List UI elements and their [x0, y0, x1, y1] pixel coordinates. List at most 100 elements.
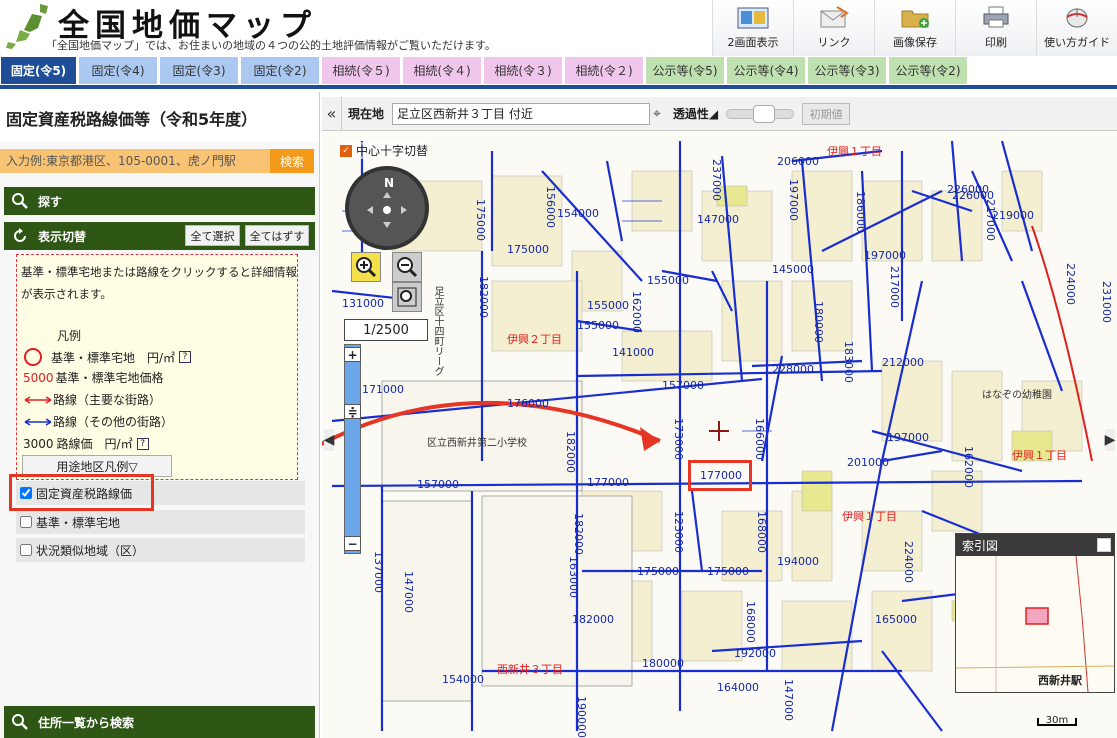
route-price-label[interactable]: 219000 — [992, 209, 1034, 222]
route-price-label[interactable]: 197000 — [864, 249, 906, 262]
tab-public-r3[interactable]: 公示等(令3) — [808, 57, 886, 84]
route-price-label[interactable]: 131000 — [342, 297, 384, 310]
tab-public-r2[interactable]: 公示等(令2) — [889, 57, 967, 84]
print-button[interactable]: 印刷 — [955, 0, 1036, 56]
route-price-label[interactable]: 180000 — [642, 657, 684, 670]
pan-compass[interactable]: N — [345, 166, 429, 250]
route-price-label[interactable]: 166000 — [753, 418, 766, 460]
find-section-header[interactable]: 探す — [4, 187, 315, 215]
route-price-label[interactable]: 147000 — [697, 213, 739, 226]
route-price-label[interactable]: 162000 — [962, 446, 975, 488]
route-price-label[interactable]: 157000 — [662, 379, 704, 392]
tab-inherit-r4[interactable]: 相続(令４) — [403, 57, 481, 84]
guide-button[interactable]: 使い方ガイド — [1036, 0, 1117, 56]
route-price-label[interactable]: 237000 — [710, 159, 723, 201]
dual-screen-button[interactable]: 2画面表示 — [712, 0, 793, 56]
route-price-label[interactable]: 145000 — [772, 263, 814, 276]
route-price-label[interactable]: 194000 — [777, 555, 819, 568]
route-price-label[interactable]: 226000 — [947, 183, 989, 196]
route-price-label[interactable]: 154000 — [442, 673, 484, 686]
route-price-label[interactable]: 168000 — [755, 511, 768, 553]
opacity-slider-knob[interactable] — [753, 104, 776, 123]
route-price-label[interactable]: 183000 — [842, 341, 855, 383]
route-price-label[interactable]: 182000 — [572, 513, 585, 555]
zoom-fit-button[interactable] — [392, 282, 422, 312]
route-price-label[interactable]: 192000 — [734, 647, 776, 660]
route-price-label[interactable]: 175000 — [474, 199, 487, 241]
route-price-label[interactable]: 137000 — [372, 551, 385, 593]
map-canvas[interactable]: ✓ 中心十字切替 N 1/2500 + ≑ − ◀ ▶ 伊興１丁目 伊興２丁目 … — [322, 131, 1117, 738]
route-price-label[interactable]: 176000 — [507, 397, 549, 410]
index-map-minimize-button[interactable] — [1097, 538, 1111, 552]
route-price-label[interactable]: 156000 — [544, 186, 557, 228]
deselect-all-button[interactable]: 全てはずす — [245, 225, 309, 246]
route-price-label[interactable]: 175000 — [707, 565, 749, 578]
search-button[interactable]: 検索 — [270, 149, 314, 173]
save-image-button[interactable]: 画像保存 — [874, 0, 955, 56]
route-price-label[interactable]: 147000 — [782, 679, 795, 721]
index-map-panel[interactable]: 索引図 西新井駅 — [955, 533, 1115, 693]
route-price-label[interactable]: 197000 — [887, 431, 929, 444]
route-price-label[interactable]: 224000 — [902, 541, 915, 583]
help-icon[interactable]: ? — [179, 351, 192, 363]
route-price-label[interactable]: 217000 — [888, 266, 901, 308]
tab-fixed-r4[interactable]: 固定(令4) — [79, 57, 157, 84]
tab-public-r5[interactable]: 公示等(令5) — [646, 57, 724, 84]
route-price-label[interactable]: 175000 — [637, 565, 679, 578]
route-price-label[interactable]: 217000 — [984, 199, 997, 241]
route-price-label[interactable]: 182000 — [572, 613, 614, 626]
route-price-label[interactable]: 182000 — [564, 431, 577, 473]
zoom-slider-plus[interactable]: + — [344, 347, 361, 362]
zoom-slider-thumb[interactable]: ≑ — [344, 404, 361, 419]
address-search-header[interactable]: 住所一覧から検索 — [4, 706, 315, 738]
reset-opacity-button[interactable]: 初期値 — [802, 102, 851, 125]
check-standard-land[interactable]: 基準・標準宅地 — [16, 510, 305, 534]
route-price-label[interactable]: 154000 — [557, 207, 599, 220]
route-price-label[interactable]: 163000 — [567, 556, 580, 598]
tab-fixed-r2[interactable]: 固定(令2) — [241, 57, 319, 84]
route-price-label[interactable]: 175000 — [507, 243, 549, 256]
route-price-label[interactable]: 147000 — [402, 571, 415, 613]
pan-left-arrow[interactable]: ◀ — [324, 429, 334, 451]
route-price-label[interactable]: 206000 — [777, 155, 819, 168]
standard-land-checkbox[interactable] — [20, 516, 32, 528]
route-price-label[interactable]: 190000 — [575, 696, 588, 738]
tab-fixed-r3[interactable]: 固定(令3) — [160, 57, 238, 84]
route-price-label[interactable]: 123000 — [672, 511, 685, 553]
link-button[interactable]: リンク — [793, 0, 874, 56]
zoom-slider-minus[interactable]: − — [344, 536, 361, 551]
zoom-out-button[interactable] — [392, 252, 422, 282]
route-price-label[interactable]: 173000 — [672, 418, 685, 460]
crosshair-icon[interactable]: ⌖ — [653, 106, 661, 122]
route-price-label[interactable]: 180000 — [812, 301, 825, 343]
route-price-label[interactable]: 231000 — [1100, 281, 1113, 323]
route-price-label[interactable]: 182000 — [477, 276, 490, 318]
route-price-label[interactable]: 162000 — [630, 291, 643, 333]
route-price-label[interactable]: 186000 — [854, 191, 867, 233]
route-price-label[interactable]: 228000 — [772, 363, 814, 376]
select-all-button[interactable]: 全て選択 — [185, 225, 240, 246]
route-price-label[interactable]: 212000 — [882, 356, 924, 369]
zoom-in-button[interactable] — [351, 252, 381, 282]
route-price-label[interactable]: 177000 — [587, 476, 629, 489]
tab-inherit-r2[interactable]: 相続(令２) — [565, 57, 643, 84]
route-price-label[interactable]: 165000 — [875, 613, 917, 626]
pan-right-arrow[interactable]: ▶ — [1105, 429, 1115, 451]
tab-inherit-r3[interactable]: 相続(令３) — [484, 57, 562, 84]
route-price-label[interactable]: 141000 — [612, 346, 654, 359]
tab-public-r4[interactable]: 公示等(令4) — [727, 57, 805, 84]
route-price-label[interactable]: 171000 — [362, 383, 404, 396]
route-price-label[interactable]: 168000 — [744, 601, 757, 643]
tab-inherit-r5[interactable]: 相続(令５) — [322, 57, 400, 84]
similar-area-checkbox[interactable] — [20, 544, 32, 556]
tab-fixed-r5[interactable]: 固定(令5) — [1, 57, 76, 84]
route-price-label[interactable]: 157000 — [417, 478, 459, 491]
route-price-label[interactable]: 155000 — [577, 319, 619, 332]
route-price-label[interactable]: 197000 — [787, 179, 800, 221]
center-cross-toggle[interactable]: ✓ 中心十字切替 — [340, 142, 429, 159]
route-price-label[interactable]: 155000 — [587, 299, 629, 312]
check-similar-area[interactable]: 状況類似地域（区） — [16, 538, 305, 562]
route-price-label[interactable]: 224000 — [1064, 263, 1077, 305]
route-price-label[interactable]: 164000 — [717, 681, 759, 694]
route-price-label[interactable]: 201000 — [847, 456, 889, 469]
